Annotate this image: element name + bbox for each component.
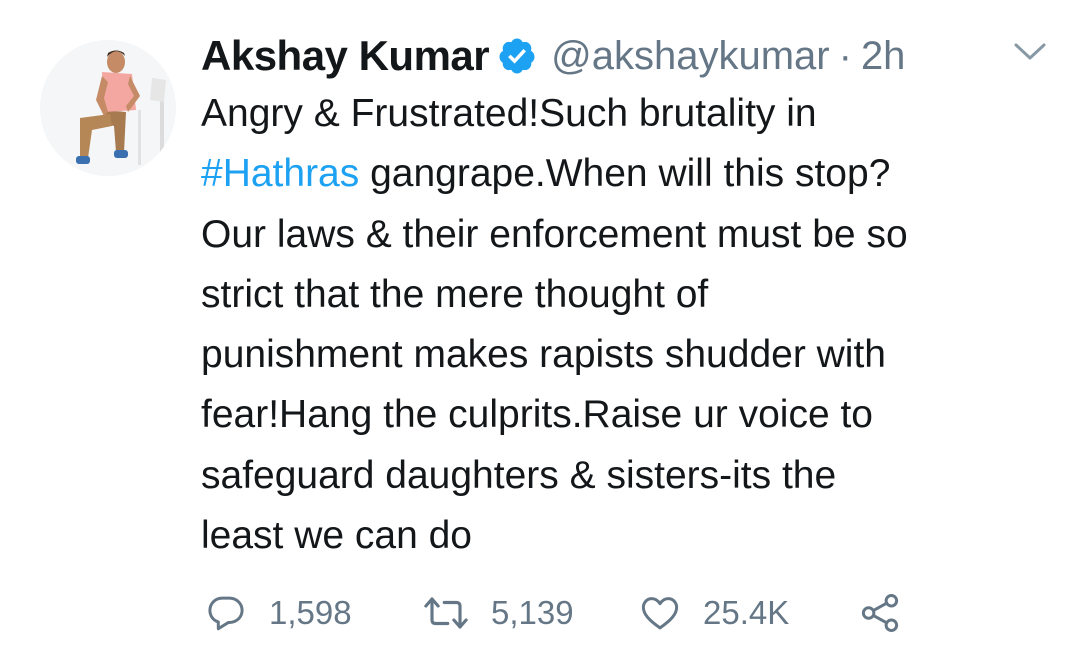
heart-icon — [641, 597, 679, 630]
header-separator: · — [838, 33, 852, 78]
retweet-button[interactable]: 5,139 — [423, 590, 574, 636]
share-button[interactable] — [859, 590, 901, 636]
avatar-image — [40, 40, 176, 176]
tweet-text-line: #Hathras gangrape.When will this stop? — [201, 144, 1046, 204]
tweet-text-line: safeguard daughters & sisters-its the — [201, 453, 837, 497]
tweet-header: Akshay Kumar @akshaykumar · 2h — [201, 28, 905, 84]
tweet-text: Angry & Frustrated!Such brutality in #Ha… — [201, 84, 1046, 566]
tweet-actions: 1,598 5,139 25.4K — [205, 590, 925, 636]
verified-badge-icon — [497, 36, 537, 76]
tweet[interactable]: Akshay Kumar @akshaykumar · 2h Angry & F… — [0, 0, 1080, 661]
like-button[interactable]: 25.4K — [639, 590, 789, 636]
reply-count: 1,598 — [269, 594, 352, 631]
avatar[interactable] — [40, 40, 176, 176]
tweet-text-line: Angry & Frustrated!Such brutality in — [201, 92, 817, 135]
like-count: 25.4K — [703, 594, 790, 631]
retweet-count: 5,139 — [491, 594, 574, 631]
tweet-text-line: Our laws & their enforcement must be so — [201, 212, 908, 256]
tweet-text-line: punishment makes rapists shudder with — [201, 333, 886, 377]
author-name[interactable]: Akshay Kumar — [201, 32, 490, 80]
tweet-text-segment: gangrape.When will this stop? — [359, 152, 891, 196]
tweet-text-line: least we can do — [201, 514, 473, 558]
reply-button[interactable]: 1,598 — [205, 590, 352, 636]
chevron-down-icon[interactable] — [1012, 40, 1048, 64]
tweet-timestamp[interactable]: 2h — [861, 34, 906, 79]
reply-icon — [208, 596, 244, 631]
retweet-icon — [424, 597, 468, 629]
hashtag-link[interactable]: #Hathras — [201, 152, 359, 195]
tweet-text-line: fear!Hang the culprits.Raise ur voice to — [201, 393, 873, 437]
author-handle[interactable]: @akshaykumar — [551, 34, 829, 79]
tweet-text-line: strict that the mere thought of — [201, 272, 709, 316]
share-icon — [861, 594, 899, 632]
